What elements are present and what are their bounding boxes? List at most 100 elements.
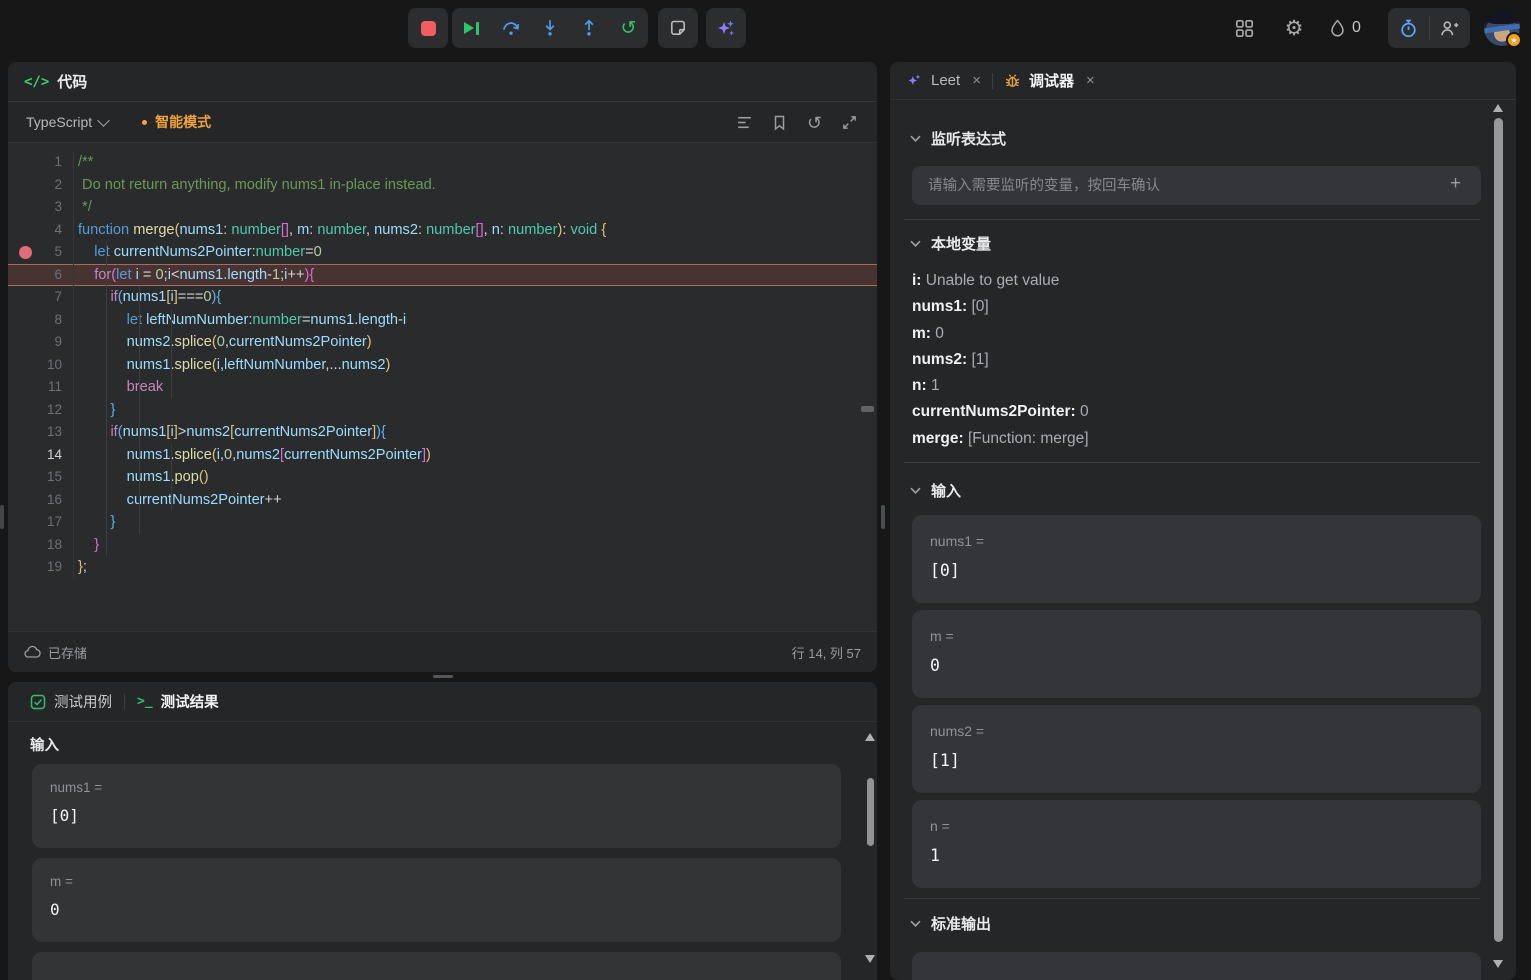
timer-button[interactable] <box>1388 8 1429 48</box>
line-gutter[interactable]: 4 <box>8 219 74 242</box>
line-gutter[interactable]: 3 <box>8 196 74 219</box>
close-icon[interactable]: × <box>972 72 981 89</box>
code-line[interactable]: 1/** <box>8 151 877 174</box>
line-gutter[interactable]: 14 <box>8 444 74 467</box>
add-watch-icon[interactable]: + <box>1450 174 1461 193</box>
code-line[interactable]: 10 nums1.splice(i,leftNumNumber,...nums2… <box>8 354 877 377</box>
code-line[interactable]: 19}; <box>8 556 877 579</box>
code-line[interactable]: 11 break <box>8 376 877 399</box>
code-line[interactable]: 14 nums1.splice(i,0,nums2[currentNums2Po… <box>8 444 877 467</box>
debug-scroll-up[interactable] <box>1493 104 1503 112</box>
variable-value: 0 <box>1080 403 1089 420</box>
test-scrollbar-thumb[interactable] <box>867 778 874 846</box>
code-line[interactable]: 9 nums2.splice(0,currentNums2Pointer) <box>8 331 877 354</box>
code-editor[interactable]: 1/**2 Do not return anything, modify num… <box>8 143 877 631</box>
panel-resize-handle[interactable] <box>881 505 885 529</box>
inputs-section-header[interactable]: 输入 <box>910 480 961 501</box>
code-line[interactable]: 4function merge(nums1: number[], m: numb… <box>8 219 877 242</box>
debug-input-field[interactable]: n =1 <box>912 800 1481 888</box>
code-line[interactable]: 8 let leftNumNumber:number=nums1.length-… <box>8 309 877 332</box>
step-into-button[interactable] <box>530 8 569 48</box>
bookmark-button[interactable] <box>764 107 795 138</box>
test-scroll-up[interactable] <box>865 733 875 741</box>
line-gutter[interactable]: 5 <box>8 241 74 264</box>
window-edge-handle[interactable] <box>0 505 4 529</box>
stdout-section-header[interactable]: 标准输出 <box>910 913 991 934</box>
breakpoint-dot[interactable] <box>19 246 32 259</box>
code-line[interactable]: 3 */ <box>8 196 877 219</box>
line-gutter[interactable]: 6 <box>8 264 74 287</box>
variable-name: merge: <box>912 430 968 447</box>
debug-input-field[interactable]: nums1 =[0] <box>912 515 1481 603</box>
indent-guide <box>139 489 140 512</box>
test-input-field[interactable]: nums1 =[0] <box>32 764 841 848</box>
line-gutter[interactable]: 13 <box>8 421 74 444</box>
dashboard-button[interactable] <box>1224 8 1264 48</box>
add-user-button[interactable] <box>1429 8 1470 48</box>
code-line[interactable]: 16 currentNums2Pointer++ <box>8 489 877 512</box>
line-gutter[interactable]: 19 <box>8 556 74 579</box>
line-gutter[interactable]: 15 <box>8 466 74 489</box>
debug-input-field[interactable]: m =0 <box>912 610 1481 698</box>
test-input-field[interactable]: m =0 <box>32 858 841 942</box>
line-gutter[interactable]: 7 <box>8 286 74 309</box>
continue-icon <box>464 22 479 35</box>
code-line[interactable]: 12 } <box>8 399 877 422</box>
streak-indicator[interactable]: 0 <box>1316 8 1374 48</box>
language-selector[interactable]: TypeScript <box>26 114 108 130</box>
stop-button[interactable] <box>408 8 448 48</box>
code-line[interactable]: 5 let currentNums2Pointer:number=0 <box>8 241 877 264</box>
line-gutter[interactable]: 17 <box>8 511 74 534</box>
editor-scrollbar-thumb[interactable] <box>861 406 874 412</box>
debug-scrollbar-thumb[interactable] <box>1494 118 1503 942</box>
tab-test-results[interactable]: >_ 测试结果 <box>137 691 219 712</box>
line-gutter[interactable]: 18 <box>8 534 74 557</box>
notes-button[interactable] <box>658 8 698 48</box>
step-over-button[interactable] <box>491 8 530 48</box>
topbar: ↺ ⚙ <box>0 0 1531 56</box>
watch-expression-input[interactable] <box>912 166 1481 205</box>
line-gutter[interactable]: 9 <box>8 331 74 354</box>
code-line[interactable]: 2 Do not return anything, modify nums1 i… <box>8 174 877 197</box>
close-icon[interactable]: × <box>1086 72 1095 89</box>
settings-button[interactable]: ⚙ <box>1274 8 1314 48</box>
debug-input-field[interactable]: nums2 =[1] <box>912 705 1481 793</box>
indent-guide <box>139 309 140 332</box>
restart-button[interactable]: ↺ <box>609 8 648 48</box>
line-gutter[interactable]: 11 <box>8 376 74 399</box>
line-gutter[interactable]: 16 <box>8 489 74 512</box>
continue-button[interactable] <box>452 8 491 48</box>
code-line[interactable]: 7 if(nums1[i]===0){ <box>8 286 877 309</box>
line-gutter[interactable]: 10 <box>8 354 74 377</box>
debug-scroll-down[interactable] <box>1493 960 1503 968</box>
code-line[interactable]: 13 if(nums1[i]>nums2[currentNums2Pointer… <box>8 421 877 444</box>
fullscreen-button[interactable] <box>834 107 865 138</box>
code-line[interactable]: 6 for(let i = 0;i<nums1.length-1;i++){ <box>8 264 877 287</box>
format-code-button[interactable] <box>729 107 760 138</box>
indent-guide <box>171 331 172 354</box>
test-field-partial[interactable] <box>32 952 841 980</box>
step-out-button[interactable] <box>570 8 609 48</box>
test-scroll-down[interactable] <box>865 955 875 963</box>
tab-leet-assistant[interactable]: Leet × <box>906 72 981 89</box>
variable-value: 0 <box>935 325 944 342</box>
ai-assistant-button[interactable] <box>706 8 746 48</box>
line-gutter[interactable]: 1 <box>8 151 74 174</box>
tab-test-cases[interactable]: 测试用例 <box>30 691 112 712</box>
line-gutter[interactable]: 8 <box>8 309 74 332</box>
code-line[interactable]: 17 } <box>8 511 877 534</box>
indent-guide <box>171 489 172 512</box>
code-line[interactable]: 18 } <box>8 534 877 557</box>
indent-guide <box>106 399 107 422</box>
watch-section-header[interactable]: 监听表达式 <box>910 128 1006 149</box>
line-gutter[interactable]: 12 <box>8 399 74 422</box>
horizontal-resize-handle[interactable] <box>433 675 453 678</box>
locals-section-header[interactable]: 本地变量 <box>910 233 991 254</box>
code-line[interactable]: 15 nums1.pop() <box>8 466 877 489</box>
local-variables-list: i: Unable to get valuenums1: [0]m: 0nums… <box>912 268 1089 452</box>
smart-mode-toggle[interactable]: 智能模式 <box>142 112 211 132</box>
line-number: 13 <box>47 421 62 444</box>
tab-debugger[interactable]: 调试器 × <box>1004 70 1095 91</box>
line-gutter[interactable]: 2 <box>8 174 74 197</box>
reset-code-button[interactable]: ↺ <box>799 107 830 138</box>
